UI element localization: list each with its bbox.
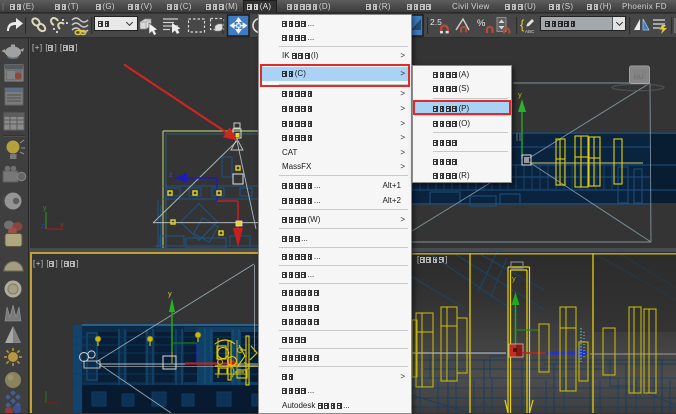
svg-text:y: y (43, 205, 47, 212)
svg-text:ABC: ABC (525, 29, 535, 34)
svg-text:HU: HU (634, 74, 644, 81)
svg-text:%: % (477, 18, 486, 29)
svg-text:x: x (60, 222, 64, 229)
svg-text:y: y (518, 90, 522, 99)
svg-text:z: z (169, 172, 173, 179)
svg-text:z: z (41, 223, 45, 230)
svg-text:y: y (168, 289, 172, 298)
svg-text:2.5: 2.5 (430, 17, 442, 27)
svg-text:y: y (512, 274, 516, 283)
